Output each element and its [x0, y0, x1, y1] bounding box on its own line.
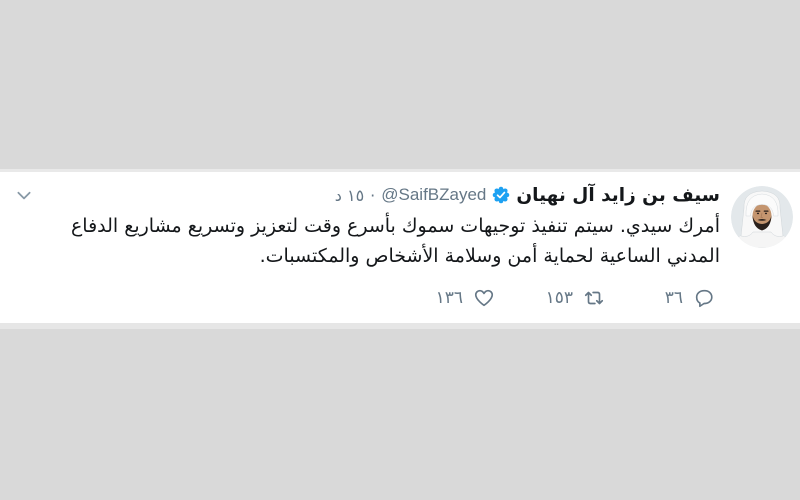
heart-icon: [473, 287, 495, 309]
retweet-count: ١٥٣: [545, 288, 573, 308]
avatar[interactable]: [731, 186, 793, 248]
author-handle[interactable]: @SaifBZayed: [381, 185, 486, 205]
reply-count: ٣٦: [664, 288, 683, 308]
reply-button[interactable]: ٣٦: [605, 287, 715, 309]
like-button[interactable]: ١٣٦: [385, 287, 495, 309]
retweet-icon: [583, 287, 605, 309]
tweet-menu-button[interactable]: [14, 185, 34, 205]
like-count: ١٣٦: [435, 288, 463, 308]
time-separator: ·: [370, 185, 376, 205]
author-name[interactable]: سيف بن زايد آل نهيان: [516, 185, 720, 206]
tweet-header: سيف بن زايد آل نهيان @SaifBZayed · ١٥ د: [335, 182, 720, 208]
verified-badge-icon: [492, 186, 510, 204]
chevron-down-icon: [17, 191, 31, 200]
tweet-card[interactable]: سيف بن زايد آل نهيان @SaifBZayed · ١٥ د …: [0, 169, 800, 329]
avatar-photo: [731, 186, 793, 248]
tweet-actions: ٣٦ ١٥٣ ١٣٦: [385, 287, 715, 309]
reply-icon: [693, 287, 715, 309]
tweet-timestamp[interactable]: ١٥ د: [335, 186, 364, 205]
retweet-button[interactable]: ١٥٣: [495, 287, 605, 309]
tweet-text: أمرك سيدي. سيتم تنفيذ توجيهات سموك بأسرع…: [70, 215, 720, 267]
